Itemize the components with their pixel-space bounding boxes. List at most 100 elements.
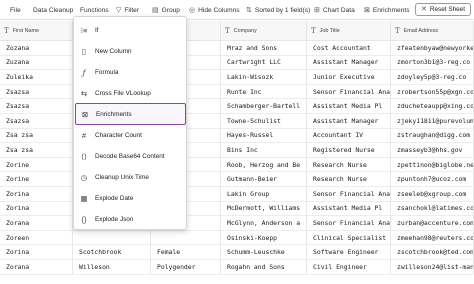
cell-job-title[interactable]: Accountant IV: [307, 128, 391, 143]
cell-job-title[interactable]: Cost Accountant: [307, 41, 391, 55]
cell-email[interactable]: zseeleb@xgroup.com: [391, 187, 474, 201]
cell-email[interactable]: zjeky11811@purevolume.: [391, 114, 474, 128]
cell-first-name[interactable]: Zsazsa: [0, 114, 73, 128]
cell-first-name[interactable]: Zuleika: [0, 70, 73, 84]
cell-email[interactable]: zstraughan@digg.com: [391, 128, 474, 143]
cell-company[interactable]: Schamberger-Bartell: [221, 99, 307, 113]
table-row[interactable]: Zorine Gutmann-Beier Research Nurse zpunton…: [0, 172, 474, 187]
cell-last-name[interactable]: [73, 230, 151, 245]
cell-email[interactable]: zpettinon@biglobe.ne: [391, 157, 474, 172]
cell-company[interactable]: Schumm-Leuschke: [221, 245, 307, 259]
cell-job-title[interactable]: Assistant Media Pl: [307, 99, 391, 113]
menu-item-decode-base64[interactable]: ⟨⟩ Decode Base64 Content: [75, 145, 186, 167]
table-row[interactable]: Zsazsa Runte Inc Sensor Financial Ana zrobe…: [0, 84, 474, 100]
cell-job-title[interactable]: Research Nurse: [307, 172, 391, 186]
cell-first-name[interactable]: Zoreen: [0, 230, 73, 245]
hide-columns-button[interactable]: ◎ Hide Columns: [189, 4, 240, 16]
cell-company[interactable]: Bins Inc: [221, 143, 307, 157]
cell-first-name[interactable]: Zorine: [0, 157, 73, 172]
cell-gender[interactable]: Polygender: [151, 260, 221, 274]
cell-email[interactable]: zducheteaupp@xing.com: [391, 99, 474, 113]
menu-item-enrichments[interactable]: ⊠ Enrichments: [75, 103, 186, 125]
cell-job-title[interactable]: Civil Engineer: [307, 260, 391, 274]
menu-item-cleanup-unix-time[interactable]: ◷ Cleanup Unix Time: [75, 166, 186, 188]
group-button[interactable]: ▤ Group: [152, 4, 180, 16]
cell-company[interactable]: Hayes-Russel: [221, 128, 307, 143]
menu-item-explode-json[interactable]: {} Explode Json: [75, 208, 186, 230]
cell-company[interactable]: Osinski-Koepp: [221, 230, 307, 245]
chart-data-button[interactable]: ⊞ Chart Data: [314, 4, 355, 16]
data-cleanup-menu[interactable]: Data Cleanup: [33, 4, 73, 16]
cell-company[interactable]: Rogahn and Sons: [221, 260, 307, 274]
cell-email[interactable]: zscotchbrook@ted.com: [391, 245, 474, 259]
cell-first-name[interactable]: Zorina: [0, 187, 73, 201]
cell-job-title[interactable]: Assistant Manager: [307, 55, 391, 70]
cell-company[interactable]: Towne-Schulist: [221, 114, 307, 128]
cell-company[interactable]: Cartwright LLC: [221, 55, 307, 70]
file-menu[interactable]: File: [10, 4, 21, 16]
table-row[interactable]: Zuzana Cartwright LLC Assistant Manager zmo…: [0, 55, 474, 71]
table-row[interactable]: Zsa zsa Hayes-Russel Accountant IV zstraugh…: [0, 128, 474, 144]
cell-company[interactable]: Gutmann-Beier: [221, 172, 307, 186]
cell-email[interactable]: zmeehan98@reuters.com: [391, 230, 474, 245]
cell-company[interactable]: Roob, Herzog and Be: [221, 157, 307, 172]
cell-job-title[interactable]: Junior Executive: [307, 70, 391, 84]
cell-email[interactable]: zmorton3b1@3-reg.co: [391, 55, 474, 70]
cell-first-name[interactable]: Zorine: [0, 172, 73, 186]
cell-first-name[interactable]: Zsazsa: [0, 84, 73, 99]
cell-first-name[interactable]: Zuzana: [0, 55, 73, 70]
functions-menu[interactable]: Functions: [80, 4, 109, 16]
cell-email[interactable]: zpuntonh7@ucoz.com: [391, 172, 474, 186]
enrichments-button[interactable]: ⊠ Enrichments: [364, 4, 410, 16]
cell-job-title[interactable]: Sensor Financial Ana: [307, 84, 391, 99]
menu-item-explode-date[interactable]: ▦ Explode Date: [75, 187, 186, 209]
cell-first-name[interactable]: Zorina: [0, 245, 73, 259]
table-row[interactable]: Zorina Lakin Group Sensor Financial Ana zse…: [0, 187, 474, 202]
cell-gender[interactable]: Female: [151, 245, 221, 259]
cell-company[interactable]: Lakin Group: [221, 187, 307, 201]
cell-first-name[interactable]: Zozana: [0, 41, 73, 55]
cell-email[interactable]: zrobertson55p@xgn.co: [391, 84, 474, 99]
column-header-email-address[interactable]: T Email Address: [391, 21, 474, 40]
column-header-first-name[interactable]: T First Name: [0, 21, 73, 40]
cell-company[interactable]: Mraz and Sons: [221, 41, 307, 55]
cell-job-title[interactable]: Sensor Financial Ana: [307, 187, 391, 201]
menu-item-formula[interactable]: ƒ Formula: [75, 61, 186, 83]
filter-button[interactable]: ▽ Filter: [116, 4, 139, 16]
table-row[interactable]: Zorina McDermott, Williams Assistant Media…: [0, 201, 474, 217]
table-row[interactable]: Zsa zsa Bins Inc Registered Nurse zmasseyb3…: [0, 143, 474, 158]
cell-first-name[interactable]: Zorana: [0, 260, 73, 274]
cell-email[interactable]: zwilleson24@list-manage: [391, 260, 474, 274]
cell-company[interactable]: McDermott, Williams: [221, 201, 307, 216]
table-row[interactable]: Zozana Mraz and Sons Cost Accountant zfeate…: [0, 41, 474, 56]
cell-job-title[interactable]: Clinical Specialist: [307, 230, 391, 245]
cell-last-name[interactable]: Scotchbrook: [73, 245, 151, 259]
cell-email[interactable]: zdoyley5p@3-reg.co: [391, 70, 474, 84]
table-row[interactable]: Zsazsa Towne-Schulist Assistant Manager zje…: [0, 114, 474, 129]
cell-first-name[interactable]: Zsa zsa: [0, 143, 73, 157]
cell-job-title[interactable]: Research Nurse: [307, 157, 391, 172]
table-row[interactable]: Zsazsa Schamberger-Bartell Assistant Media…: [0, 99, 474, 114]
menu-item-character-count[interactable]: # Character Count: [75, 124, 186, 146]
cell-job-title[interactable]: Assistant Media Pl: [307, 201, 391, 216]
cell-company[interactable]: McGlynn, Anderson a: [221, 216, 307, 230]
cell-last-name[interactable]: Willeson: [73, 260, 151, 274]
cell-job-title[interactable]: Registered Nurse: [307, 143, 391, 157]
cell-first-name[interactable]: Zorana: [0, 216, 73, 230]
reset-sheet-button[interactable]: ✕ Reset Sheet: [415, 3, 471, 16]
menu-item-cross-file-vlookup[interactable]: ⇆ Cross File VLookup: [75, 82, 186, 104]
column-header-job-title[interactable]: T Job Title: [307, 21, 391, 40]
sort-button[interactable]: ⇅ Sorted by 1 field(s): [246, 4, 310, 16]
cell-email[interactable]: zsanchokl@latimes.com: [391, 201, 474, 216]
cell-job-title[interactable]: Assistant Manager: [307, 114, 391, 128]
table-row[interactable]: Zorana McGlynn, Anderson a Sensor Financia…: [0, 216, 474, 231]
table-row[interactable]: Zoreen Osinski-Koepp Clinical Specialist zm…: [0, 230, 474, 246]
cell-job-title[interactable]: Software Engineer: [307, 245, 391, 259]
cell-company[interactable]: Runte Inc: [221, 84, 307, 99]
table-row[interactable]: Zuleika Lakin-Wisozk Junior Executive zdoyl…: [0, 70, 474, 85]
cell-email[interactable]: zfeatenbyaw@newyorker: [391, 41, 474, 55]
cell-first-name[interactable]: Zorina: [0, 201, 73, 216]
column-header-company[interactable]: T Company: [221, 21, 307, 40]
table-row[interactable]: Zorine Roob, Herzog and Be Research Nurse z…: [0, 157, 474, 173]
cell-company[interactable]: Lakin-Wisozk: [221, 70, 307, 84]
